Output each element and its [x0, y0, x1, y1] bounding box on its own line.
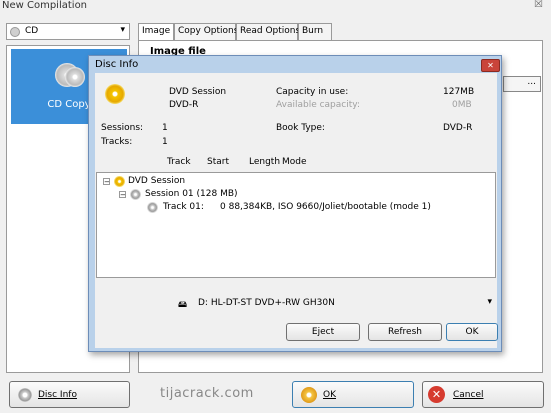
dialog-ok-button[interactable]: OK: [446, 323, 498, 341]
refresh-button[interactable]: Refresh: [368, 323, 442, 341]
dialog-title: Disc Info: [95, 59, 139, 70]
session-icon: [130, 189, 141, 200]
media-type: DVD Session: [169, 87, 227, 97]
dialog-close-icon[interactable]: ✕: [481, 59, 500, 72]
disc-info-button-label: Disc Info: [38, 390, 77, 400]
dvd-session-icon: [114, 176, 125, 187]
available-capacity-label: Available capacity:: [276, 100, 360, 110]
capacity-in-use-value: 127MB: [443, 87, 475, 97]
browse-button[interactable]: ...: [503, 76, 541, 92]
column-header-length[interactable]: Length: [249, 157, 280, 167]
tree-node-root[interactable]: DVD Session: [128, 176, 185, 186]
tree-node-track-label[interactable]: Track 01:: [163, 202, 204, 212]
source-select[interactable]: CD ▾: [6, 23, 130, 40]
column-header-track[interactable]: Track: [167, 157, 191, 167]
dialog-ok-button-label: OK: [465, 327, 479, 337]
tab-image[interactable]: Image: [138, 23, 174, 41]
tab-burn[interactable]: Burn: [298, 23, 332, 40]
cd-copy-icon-secondary: [65, 67, 85, 87]
column-header-start[interactable]: Start: [207, 157, 229, 167]
tab-read-options[interactable]: Read Options: [236, 23, 300, 40]
drive-icon: 🖴: [178, 300, 188, 310]
dvd-icon: [105, 84, 125, 104]
drive-select[interactable]: 🖴 D: HL-DT-ST DVD+-RW GH30N ▾: [172, 297, 496, 311]
window-titlebar: New Compilation ☒: [0, 0, 551, 14]
book-type-label: Book Type:: [276, 123, 325, 133]
collapse-icon[interactable]: −: [119, 191, 126, 199]
ok-button[interactable]: OK: [292, 381, 414, 408]
session-tree[interactable]: − DVD Session − Session 01 (128 MB) Trac…: [96, 172, 496, 278]
ok-icon: [301, 387, 317, 403]
available-capacity-value: 0MB: [452, 100, 472, 110]
refresh-button-label: Refresh: [388, 327, 422, 337]
disc-icon: [10, 27, 20, 37]
media-subtype: DVD-R: [169, 100, 199, 110]
tab-copy-options[interactable]: Copy Options: [174, 23, 238, 40]
cancel-button-label: Cancel: [453, 390, 484, 400]
disc-icon: [18, 388, 32, 402]
chevron-down-icon[interactable]: ▾: [120, 25, 125, 35]
capacity-in-use-label: Capacity in use:: [276, 87, 349, 97]
cancel-button[interactable]: ✕ Cancel: [422, 381, 544, 408]
collapse-icon[interactable]: −: [103, 178, 110, 186]
watermark-text: tijacrack.com: [160, 386, 254, 401]
tree-node-track-info: 0 88,384KB, ISO 9660/Joliet/bootable (mo…: [220, 202, 431, 212]
track-icon: [147, 202, 158, 213]
ok-button-label: OK: [323, 390, 336, 400]
cancel-icon: ✕: [428, 386, 445, 403]
eject-button-label: Eject: [311, 327, 335, 337]
tree-node-session[interactable]: Session 01 (128 MB): [145, 189, 238, 199]
drive-select-value: D: HL-DT-ST DVD+-RW GH30N: [198, 298, 335, 308]
book-type-value: DVD-R: [443, 123, 473, 133]
tracks-label: Tracks:: [101, 137, 133, 147]
source-select-value: CD: [25, 26, 39, 36]
disc-info-button[interactable]: Disc Info: [9, 381, 130, 408]
window-close-icon[interactable]: ☒: [534, 0, 543, 10]
chevron-down-icon[interactable]: ▾: [487, 297, 492, 307]
window-title: New Compilation: [2, 0, 88, 11]
tracks-value: 1: [162, 137, 168, 147]
sessions-label: Sessions:: [101, 123, 144, 133]
column-header-mode[interactable]: Mode: [282, 157, 307, 167]
sessions-value: 1: [162, 123, 168, 133]
eject-button[interactable]: Eject: [286, 323, 360, 341]
